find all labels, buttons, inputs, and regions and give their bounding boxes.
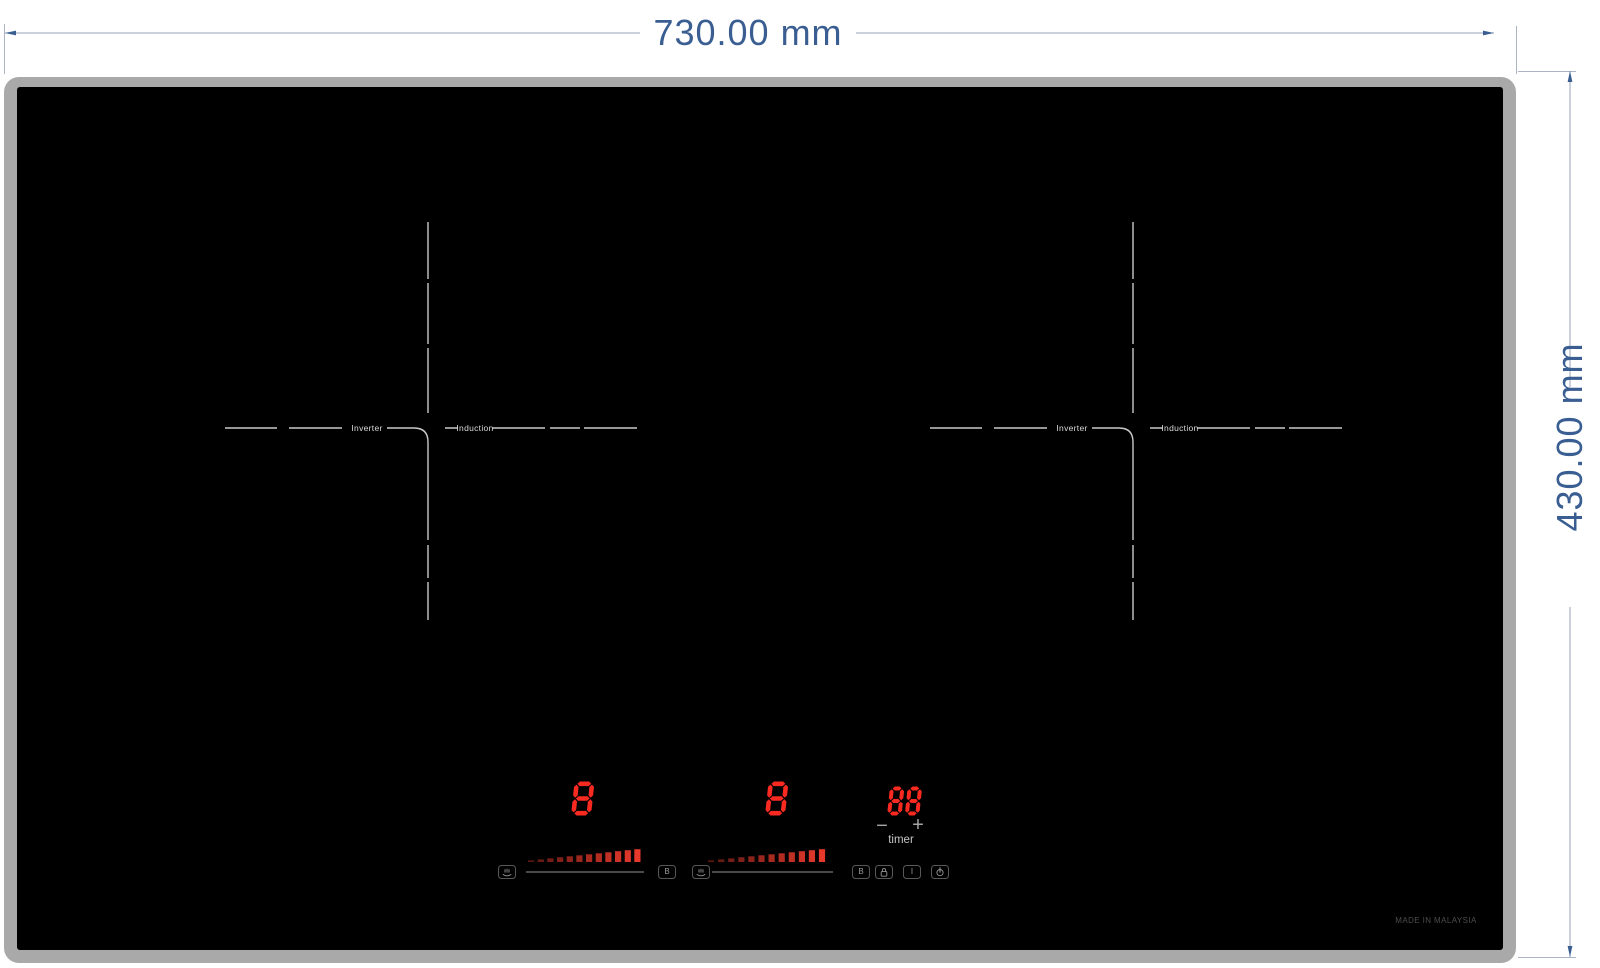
left-power-level-ramp [528, 849, 641, 862]
arrow-down-icon [1567, 946, 1573, 957]
made-in-label: MADE IN MALAYSIA [1395, 916, 1477, 925]
boost-label: B [858, 867, 864, 876]
arrow-up-icon [1567, 71, 1573, 82]
width-dimension-label: 730.00 mm [653, 12, 842, 53]
power-icon [936, 867, 944, 877]
timer-key-label: I [910, 867, 914, 876]
arrow-right-icon [1483, 30, 1494, 36]
warm-button-left[interactable] [498, 865, 516, 879]
boost-label: B [664, 867, 670, 876]
left-slider-track[interactable] [526, 871, 644, 873]
ceramic-glass-surface [17, 87, 1503, 950]
middle-power-level-ramp [708, 849, 826, 862]
middle-zone-power-display [765, 781, 789, 816]
lock-button[interactable] [875, 865, 893, 879]
pan-warm-icon [502, 868, 512, 877]
timer-select-button[interactable]: I [903, 865, 921, 879]
timer-label: timer [888, 834, 914, 846]
boost-button-left[interactable]: B [658, 865, 676, 879]
boost-button-right[interactable]: B [852, 865, 870, 879]
warm-button-middle[interactable] [692, 865, 710, 879]
technical-drawing-canvas: 730.00 mm 430.00 mm Inverter Induction Inv… [0, 0, 1600, 968]
lock-icon [880, 868, 888, 877]
timer-plus-button[interactable]: + [906, 815, 930, 836]
pan-warm-icon [696, 868, 706, 877]
arrow-left-icon [5, 30, 16, 36]
height-dimension-label: 430.00 mm [1549, 342, 1590, 531]
middle-slider-track[interactable] [712, 871, 833, 873]
power-button[interactable] [931, 865, 949, 879]
left-zone-power-display [571, 781, 595, 816]
cooktop-frame [4, 77, 1516, 963]
